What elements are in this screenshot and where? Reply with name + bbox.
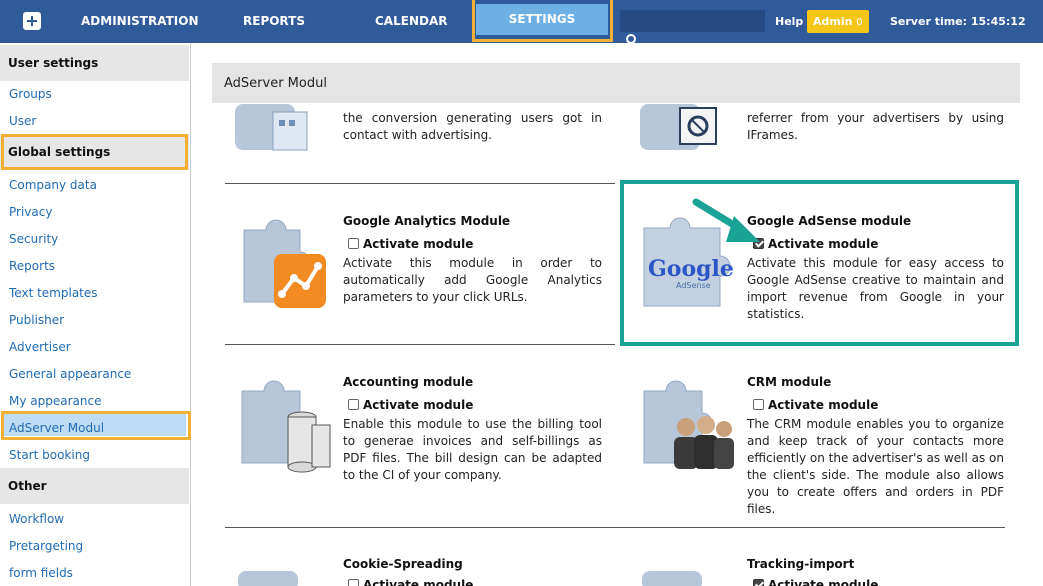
nav-reports[interactable]: REPORTS: [243, 14, 305, 28]
admin-label: Admin: [813, 15, 853, 28]
sidebar-item-security[interactable]: Security: [9, 232, 58, 246]
puzzle-conversion-icon: [235, 104, 308, 151]
module-title-accounting: Accounting module: [343, 375, 474, 389]
sidebar-item-advertiser[interactable]: Advertiser: [9, 340, 71, 354]
checkbox-icon[interactable]: [348, 238, 359, 249]
server-time: Server time: 15:45:12: [890, 15, 1026, 28]
divider: [225, 344, 615, 345]
module-desc-google-analytics: Activate this module in order to automat…: [343, 256, 602, 304]
nav-administration[interactable]: ADMINISTRATION: [81, 14, 198, 28]
partial-left-desc: the conversion generating users got in c…: [343, 111, 602, 142]
module-title-tracking-import: Tracking-import: [747, 557, 855, 571]
activate-crm-checkbox[interactable]: Activate module: [753, 398, 878, 412]
module-title-crm: CRM module: [747, 375, 832, 389]
sidebar-item-reports[interactable]: Reports: [9, 259, 55, 273]
activate-tracking-import-checkbox[interactable]: Activate module: [753, 578, 878, 586]
sidebar-item-user[interactable]: User: [9, 114, 36, 128]
sidebar: User settings Groups User Global setting…: [0, 43, 191, 586]
checkbox-icon[interactable]: [348, 399, 359, 410]
sidebar-item-my-appearance[interactable]: My appearance: [9, 394, 101, 408]
activate-google-analytics-checkbox[interactable]: Activate module: [348, 237, 473, 251]
sidebar-item-groups[interactable]: Groups: [9, 87, 52, 101]
sidebar-item-workflow[interactable]: Workflow: [9, 512, 64, 526]
adserver-modul-highlight-box: [1, 411, 191, 440]
activate-label: Activate module: [363, 398, 474, 412]
admin-count: 0: [856, 17, 863, 28]
activate-cookie-spreading-checkbox[interactable]: Activate module: [348, 578, 473, 586]
puzzle-tracking-icon: [642, 571, 702, 586]
page-title: AdServer Modul: [212, 63, 1020, 103]
google-analytics-icon: [243, 219, 326, 308]
settings-highlight-box: [472, 0, 613, 42]
checkbox-icon[interactable]: [348, 579, 359, 586]
search-input[interactable]: [620, 10, 765, 32]
crm-icon: [643, 380, 734, 469]
plus-icon[interactable]: [23, 12, 41, 30]
nav-calendar[interactable]: CALENDAR: [375, 14, 447, 28]
arrow-icon: [692, 198, 760, 242]
accounting-icon: [241, 380, 331, 473]
puzzle-cookie-icon: [238, 571, 298, 586]
module-title-cookie-spreading: Cookie-Spreading: [343, 557, 463, 571]
puzzle-iframe-icon: [640, 104, 717, 150]
sidebar-item-pretargeting[interactable]: Pretargeting: [9, 539, 83, 553]
divider: [225, 183, 615, 184]
module-desc-crm: The CRM module enables you to organize a…: [747, 417, 1004, 516]
partial-right-desc: referrer from your advertisers by using …: [747, 111, 1004, 142]
activate-label: Activate module: [768, 578, 879, 586]
global-settings-highlight-box: [1, 134, 188, 170]
sidebar-item-general-appearance[interactable]: General appearance: [9, 367, 131, 381]
adsense-highlight-box: [620, 180, 1019, 346]
admin-badge[interactable]: Admin 0: [807, 10, 869, 33]
sidebar-item-text-templates[interactable]: Text templates: [9, 286, 98, 300]
module-desc-accounting: Enable this module to use the billing to…: [343, 417, 602, 482]
activate-accounting-checkbox[interactable]: Activate module: [348, 398, 473, 412]
sidebar-item-company-data[interactable]: Company data: [9, 178, 97, 192]
module-title-google-analytics: Google Analytics Module: [343, 214, 511, 228]
activate-label: Activate module: [363, 237, 474, 251]
sidebar-item-form-fields[interactable]: form fields: [9, 566, 73, 580]
divider: [225, 527, 1005, 528]
sidebar-item-publisher[interactable]: Publisher: [9, 313, 64, 327]
activate-label: Activate module: [363, 578, 474, 586]
checkbox-icon[interactable]: [753, 399, 764, 410]
help-link[interactable]: Help: [775, 15, 803, 28]
activate-label: Activate module: [768, 398, 879, 412]
sidebar-section-other: Other: [0, 468, 189, 504]
sidebar-item-privacy[interactable]: Privacy: [9, 205, 52, 219]
sidebar-section-user-settings: User settings: [0, 45, 189, 81]
sidebar-item-start-booking[interactable]: Start booking: [9, 448, 90, 462]
checkbox-checked-icon[interactable]: [753, 579, 764, 586]
